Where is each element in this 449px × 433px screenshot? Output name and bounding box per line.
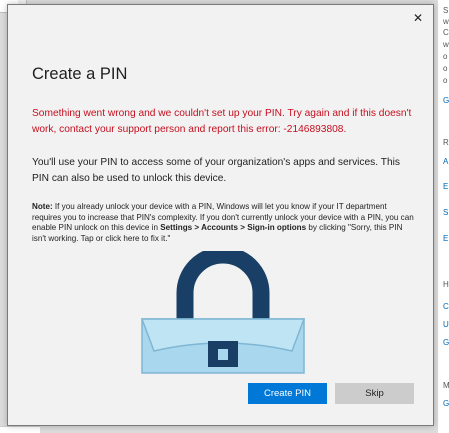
screen: S w C w o o o G R A E S E H C U G M G ✕ …: [0, 0, 449, 433]
dialog-title: Create a PIN: [32, 65, 128, 83]
bg-text: w: [443, 40, 449, 49]
create-pin-dialog: ✕ Create a PIN Something went wrong and …: [7, 4, 434, 426]
bg-link[interactable]: A: [443, 157, 448, 167]
settings-path-settings: Settings: [160, 223, 193, 232]
bg-link[interactable]: G: [443, 96, 449, 106]
note-label: Note:: [32, 202, 53, 211]
bg-link[interactable]: E: [443, 182, 448, 192]
bg-text: C: [443, 28, 449, 37]
bg-text: o: [443, 52, 448, 61]
settings-path-separator: >: [238, 223, 248, 232]
error-message: Something went wrong and we couldn't set…: [32, 108, 412, 135]
bg-text: w: [443, 17, 449, 26]
bg-link[interactable]: U: [443, 320, 449, 330]
bg-link[interactable]: E: [443, 234, 448, 244]
bg-link[interactable]: G: [443, 399, 449, 409]
padlock-shackle: [176, 251, 270, 321]
settings-path-sign-in-options: Sign-in options: [247, 223, 307, 232]
bg-heading: R: [443, 138, 449, 147]
padlock-icon: [140, 251, 306, 374]
bg-heading: H: [443, 280, 449, 289]
close-icon: ✕: [412, 11, 424, 25]
pin-description: You'll use your PIN to access some of yo…: [32, 157, 400, 184]
background-window-bottom: [0, 426, 40, 433]
skip-button[interactable]: Skip: [335, 383, 414, 404]
bg-text: o: [443, 64, 448, 73]
settings-path-separator: >: [192, 223, 202, 232]
bg-text: S: [443, 6, 449, 15]
bg-text: o: [443, 76, 448, 85]
settings-path-accounts: Accounts: [201, 223, 238, 232]
close-button[interactable]: ✕: [407, 7, 429, 29]
create-pin-button[interactable]: Create PIN: [248, 383, 327, 404]
bg-link[interactable]: S: [443, 208, 448, 218]
bg-heading: M: [443, 381, 449, 390]
bg-link[interactable]: C: [443, 302, 449, 312]
note-paragraph: Note: If you already unlock your device …: [32, 202, 416, 244]
padlock-keyhole: [218, 349, 228, 360]
bg-link[interactable]: G: [443, 338, 449, 348]
background-settings-window: S w C w o o o G R A E S E H C U G M G: [438, 0, 449, 433]
